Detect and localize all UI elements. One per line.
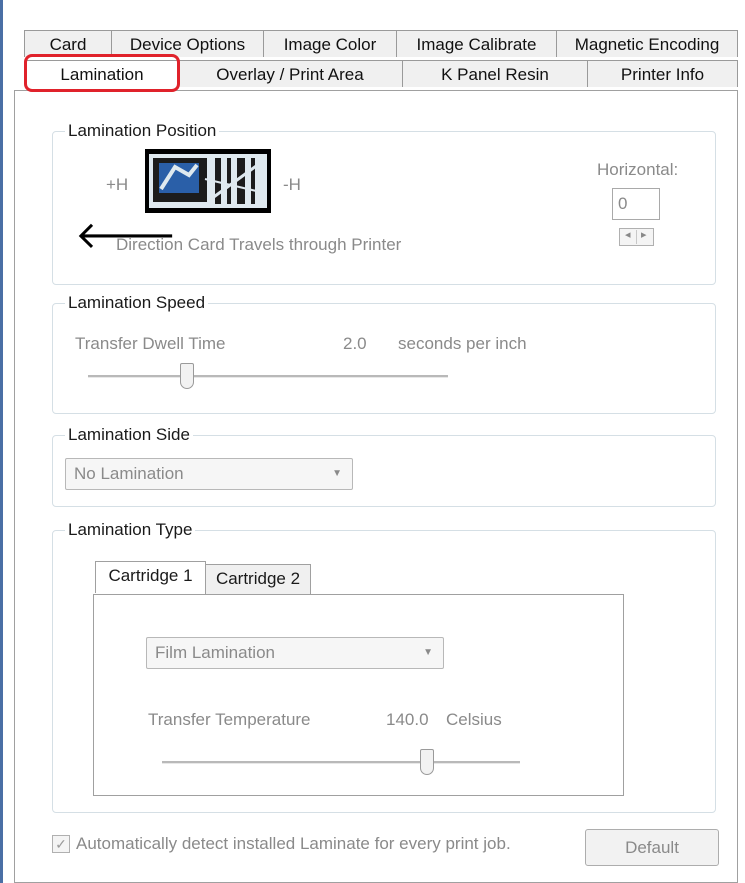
transfer-temperature-unit: Celsius: [446, 710, 502, 729]
card-preview-image: [145, 149, 271, 213]
tab-card[interactable]: Card: [24, 30, 112, 57]
lamination-speed-title: Lamination Speed: [65, 292, 209, 314]
tab-cartridge-1[interactable]: Cartridge 1: [95, 561, 206, 593]
lamination-dialog: Card Device Options Image Color Image Ca…: [14, 0, 739, 883]
dwell-time-unit: seconds per inch: [398, 334, 527, 353]
tab-k-panel-resin[interactable]: K Panel Resin: [402, 60, 588, 87]
lamination-type-title: Lamination Type: [65, 519, 196, 541]
default-button[interactable]: Default: [585, 829, 719, 866]
lamination-position-title: Lamination Position: [65, 120, 220, 142]
lamination-side-group: Lamination Side No Lamination ▼: [52, 424, 716, 507]
lamination-type-dropdown[interactable]: Film Lamination ▼: [146, 637, 444, 669]
dwell-time-slider-track[interactable]: [88, 375, 448, 378]
lamination-type-group: Lamination Type Cartridge 1 Cartridge 2 …: [52, 519, 716, 813]
lamination-speed-group: Lamination Speed Transfer Dwell Time 2.0…: [52, 292, 716, 414]
lamination-side-dropdown[interactable]: No Lamination ▼: [65, 458, 353, 490]
tab-magnetic-encoding[interactable]: Magnetic Encoding: [556, 30, 738, 57]
direction-text: Direction Card Travels through Printer: [116, 235, 402, 254]
temperature-slider-track[interactable]: [162, 761, 520, 764]
dwell-time-slider-thumb[interactable]: [180, 363, 194, 389]
horizontal-spinner[interactable]: ◂ ▸: [619, 228, 654, 246]
window-edge: [0, 0, 3, 883]
spin-divider: [636, 230, 637, 244]
auto-detect-checkbox[interactable]: ✓: [52, 835, 70, 853]
tab-printer-info[interactable]: Printer Info: [587, 60, 738, 87]
transfer-temperature-value: 140.0: [386, 710, 429, 729]
dwell-time-label: Transfer Dwell Time: [75, 334, 226, 353]
lamination-side-value: No Lamination: [74, 464, 184, 483]
transfer-temperature-label: Transfer Temperature: [148, 710, 311, 729]
lamination-side-title: Lamination Side: [65, 424, 193, 446]
tab-device-options[interactable]: Device Options: [111, 30, 264, 57]
horizontal-input[interactable]: 0: [612, 188, 660, 220]
lamination-position-group: Lamination Position +H -H 🡐 Direction Ca…: [52, 120, 716, 285]
temperature-slider-thumb[interactable]: [420, 749, 434, 775]
tab-cartridge-2[interactable]: Cartridge 2: [205, 564, 311, 594]
spin-left-icon[interactable]: ◂: [625, 228, 631, 241]
chevron-down-icon: ▼: [332, 468, 342, 479]
tab-overlay-print-area[interactable]: Overlay / Print Area: [177, 60, 403, 87]
tab-image-color[interactable]: Image Color: [263, 30, 397, 57]
chevron-down-icon: ▼: [423, 647, 433, 658]
active-tab-highlight: [24, 54, 180, 92]
plus-h-label: +H: [106, 175, 129, 194]
horizontal-label: Horizontal:: [597, 160, 679, 179]
spin-right-icon[interactable]: ▸: [641, 228, 647, 241]
tab-panel: Lamination Position +H -H 🡐 Direction Ca…: [14, 90, 738, 883]
tab-image-calibrate[interactable]: Image Calibrate: [396, 30, 557, 57]
minus-h-label: -H: [283, 175, 301, 194]
cartridge-panel: Film Lamination ▼ Transfer Temperature 1…: [93, 594, 624, 796]
lamination-type-value: Film Lamination: [155, 643, 275, 662]
auto-detect-label: Automatically detect installed Laminate …: [76, 834, 511, 853]
checkmark-icon: ✓: [55, 836, 67, 852]
dwell-time-value: 2.0: [343, 334, 367, 353]
